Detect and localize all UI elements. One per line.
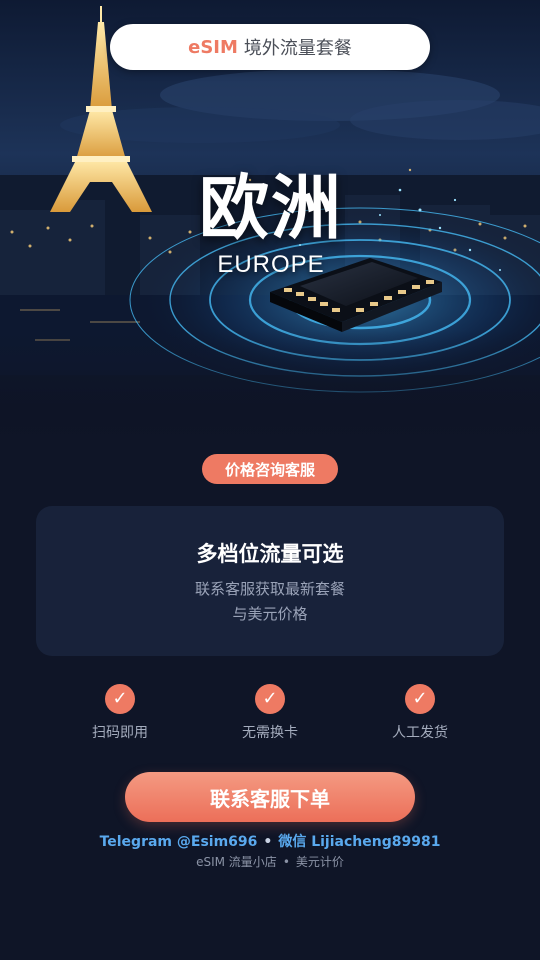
info-card-title: 多档位流量可选 [196, 542, 344, 566]
info-card-line: 与美元价格 [232, 605, 308, 623]
footer-currency-note: 美元计价 [295, 855, 344, 869]
feature-label: 人工发货 [392, 725, 448, 741]
feature-item: ✓ 人工发货 [370, 684, 470, 742]
footer-shop-name: eSIM 流量小店 [196, 855, 277, 869]
check-icon: ✓ [255, 684, 285, 714]
hero-banner: eSIM 境外流量套餐 欧洲 EUROPE [0, 0, 540, 440]
separator-dot: • [282, 855, 290, 869]
contact-line: Telegram @Esim696 • 微信 Lijiacheng89981 [0, 831, 540, 851]
price-consult-tag[interactable]: 价格咨询客服 [202, 454, 338, 484]
feature-label: 无需换卡 [242, 725, 298, 741]
feature-item: ✓ 无需换卡 [220, 684, 320, 742]
header-title-pill: eSIM 境外流量套餐 [110, 24, 430, 70]
feature-label: 扫码即用 [92, 725, 148, 741]
page: eSIM 境外流量套餐 欧洲 EUROPE 价格咨询客服 多档位流量可选 联系客… [0, 0, 540, 960]
wechat-contact[interactable]: 微信 Lijiacheng89981 [278, 834, 440, 850]
separator-dot: • [263, 834, 273, 850]
brand-label: eSIM [188, 36, 238, 58]
region-title-cn: 欧洲 [199, 167, 343, 249]
info-card: 多档位流量可选 联系客服获取最新套餐 与美元价格 [36, 506, 504, 656]
feature-item: ✓ 扫码即用 [70, 684, 170, 742]
region-title-en: EUROPE [217, 251, 325, 278]
check-icon: ✓ [405, 684, 435, 714]
footer-line: eSIM 流量小店 • 美元计价 [0, 853, 540, 870]
header-title: 境外流量套餐 [243, 38, 352, 59]
telegram-contact[interactable]: Telegram @Esim696 [100, 834, 258, 850]
info-card-line: 联系客服获取最新套餐 [194, 580, 345, 598]
check-icon: ✓ [105, 684, 135, 714]
contact-order-button[interactable]: 联系客服下单 [125, 772, 415, 822]
